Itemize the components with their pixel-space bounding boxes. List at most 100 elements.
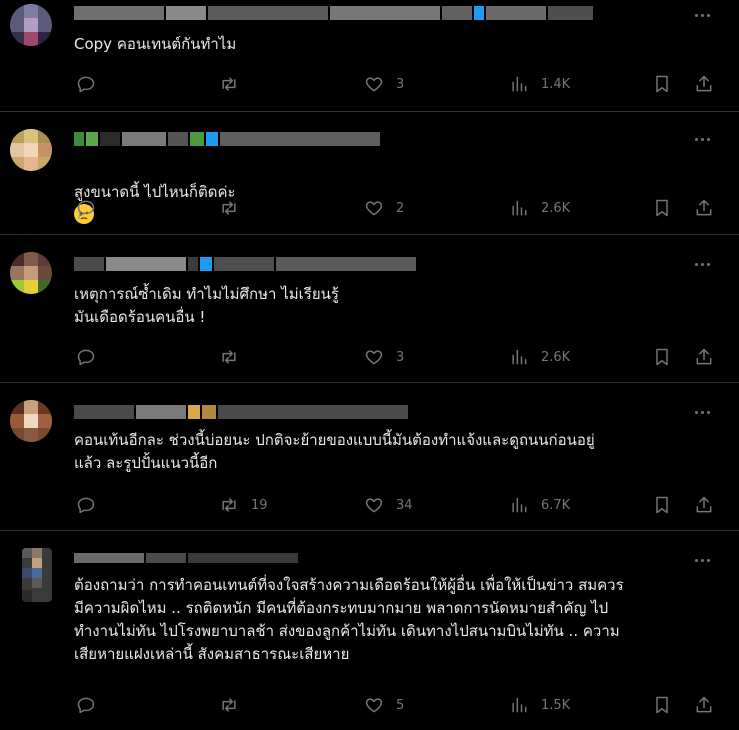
bookmark-icon [656, 496, 668, 514]
action-bar: 3 2.6K [0, 345, 739, 369]
like-icon [365, 350, 383, 365]
views-count: 1.4K [541, 76, 571, 92]
retweet-count: 19 [251, 497, 268, 513]
like-count: 3 [396, 76, 405, 92]
bookmark-icon [656, 75, 668, 93]
like-button[interactable]: 34 [364, 493, 413, 517]
reply-button[interactable] [76, 345, 96, 369]
action-bar: 5 1.5K [0, 693, 739, 717]
reply-text: Copy คอนเทนต์กันทำไม [74, 35, 237, 53]
more-icon[interactable] [695, 259, 715, 269]
author-name-blurred[interactable] [74, 6, 593, 20]
views-icon [512, 497, 527, 513]
reply-icon [77, 76, 95, 93]
reply-text: คอนเท้นอีกละ ช่วงนี้บ่อยนะ ปกติจะย้ายของ… [74, 431, 595, 472]
share-button[interactable] [694, 72, 714, 96]
reply-post[interactable]: Copy คอนเทนต์กันทำไม 3 1.4K [0, 0, 739, 112]
bookmark-icon [656, 696, 668, 714]
action-bar: 3 1.4K [0, 72, 739, 96]
avatar[interactable] [10, 400, 52, 442]
share-button[interactable] [694, 693, 714, 717]
views-icon [512, 200, 527, 216]
like-button[interactable]: 3 [364, 345, 404, 369]
like-count: 3 [396, 349, 405, 365]
like-button[interactable]: 5 [364, 693, 404, 717]
reply-button[interactable] [76, 493, 96, 517]
avatar[interactable] [22, 548, 52, 602]
like-count: 34 [396, 497, 413, 513]
views-icon [512, 349, 527, 365]
like-icon [365, 698, 383, 713]
more-icon[interactable] [695, 134, 715, 144]
retweet-icon [222, 77, 236, 91]
reply-icon [77, 349, 95, 366]
reply-text: เหตุการณ์ซ้ำเดิม ทำไมไม่ศึกษา ไม่เรียนรู… [74, 285, 339, 326]
retweet-icon [222, 498, 236, 512]
share-button[interactable] [694, 196, 714, 220]
bookmark-button[interactable] [652, 345, 672, 369]
reply-icon [77, 200, 95, 217]
reply-text: ต้องถามว่า การทำคอนเทนต์ที่จงใจสร้างความ… [74, 576, 624, 663]
views-icon [512, 76, 527, 92]
share-button[interactable] [694, 493, 714, 517]
retweet-button[interactable] [219, 345, 239, 369]
share-icon [696, 75, 712, 92]
more-icon[interactable] [695, 407, 715, 417]
like-count: 2 [396, 200, 405, 216]
bookmark-button[interactable] [652, 493, 672, 517]
share-icon [696, 496, 712, 513]
like-button[interactable]: 3 [364, 72, 404, 96]
views-button[interactable]: 2.6K [509, 196, 570, 220]
retweet-button[interactable] [219, 196, 239, 220]
views-count: 6.7K [541, 497, 571, 513]
reply-post[interactable]: เหตุการณ์ซ้ำเดิม ทำไมไม่ศึกษา ไม่เรียนรู… [0, 235, 739, 383]
like-icon [365, 77, 383, 92]
avatar[interactable] [10, 4, 52, 46]
reply-button[interactable] [76, 196, 96, 220]
reply-button[interactable] [76, 72, 96, 96]
views-count: 2.6K [541, 349, 571, 365]
reply-post[interactable]: สูงขนาดนี้ ไปไหนก็ติดค่ะ 2 2.6K [0, 112, 739, 235]
share-icon [696, 696, 712, 713]
author-name-blurred[interactable] [74, 132, 380, 146]
avatar[interactable] [10, 129, 52, 171]
share-button[interactable] [694, 345, 714, 369]
retweet-icon [222, 698, 236, 712]
views-count: 2.6K [541, 200, 571, 216]
reply-feed: Copy คอนเทนต์กันทำไม 3 1.4K สูงขนาดนี้ ไ… [0, 0, 739, 730]
retweet-button[interactable] [219, 693, 239, 717]
views-button[interactable]: 1.5K [509, 693, 570, 717]
avatar[interactable] [10, 252, 52, 294]
reply-icon [77, 497, 95, 514]
bookmark-icon [656, 348, 668, 366]
like-icon [365, 498, 383, 513]
action-bar: 2 2.6K [0, 196, 739, 220]
bookmark-button[interactable] [652, 693, 672, 717]
author-name-blurred[interactable] [74, 553, 298, 563]
reply-post[interactable]: คอนเท้นอีกละ ช่วงนี้บ่อยนะ ปกติจะย้ายของ… [0, 383, 739, 531]
author-name-blurred[interactable] [74, 257, 416, 271]
author-name-blurred[interactable] [74, 405, 408, 419]
more-icon[interactable] [695, 555, 715, 565]
retweet-icon [222, 350, 236, 364]
like-count: 5 [396, 697, 405, 713]
reply-post[interactable]: ต้องถามว่า การทำคอนเทนต์ที่จงใจสร้างความ… [0, 531, 739, 730]
more-icon[interactable] [695, 10, 715, 20]
views-button[interactable]: 1.4K [509, 72, 570, 96]
views-button[interactable]: 2.6K [509, 345, 570, 369]
views-button[interactable]: 6.7K [509, 493, 570, 517]
like-button[interactable]: 2 [364, 196, 404, 220]
retweet-icon [222, 201, 236, 215]
action-bar: 19 34 6.7K [0, 493, 739, 517]
share-icon [696, 348, 712, 365]
bookmark-icon [656, 199, 668, 217]
bookmark-button[interactable] [652, 196, 672, 220]
like-icon [365, 201, 383, 216]
share-icon [696, 199, 712, 216]
retweet-button[interactable]: 19 [219, 493, 268, 517]
reply-button[interactable] [76, 693, 96, 717]
bookmark-button[interactable] [652, 72, 672, 96]
views-count: 1.5K [541, 697, 571, 713]
views-icon [512, 697, 527, 713]
retweet-button[interactable] [219, 72, 239, 96]
